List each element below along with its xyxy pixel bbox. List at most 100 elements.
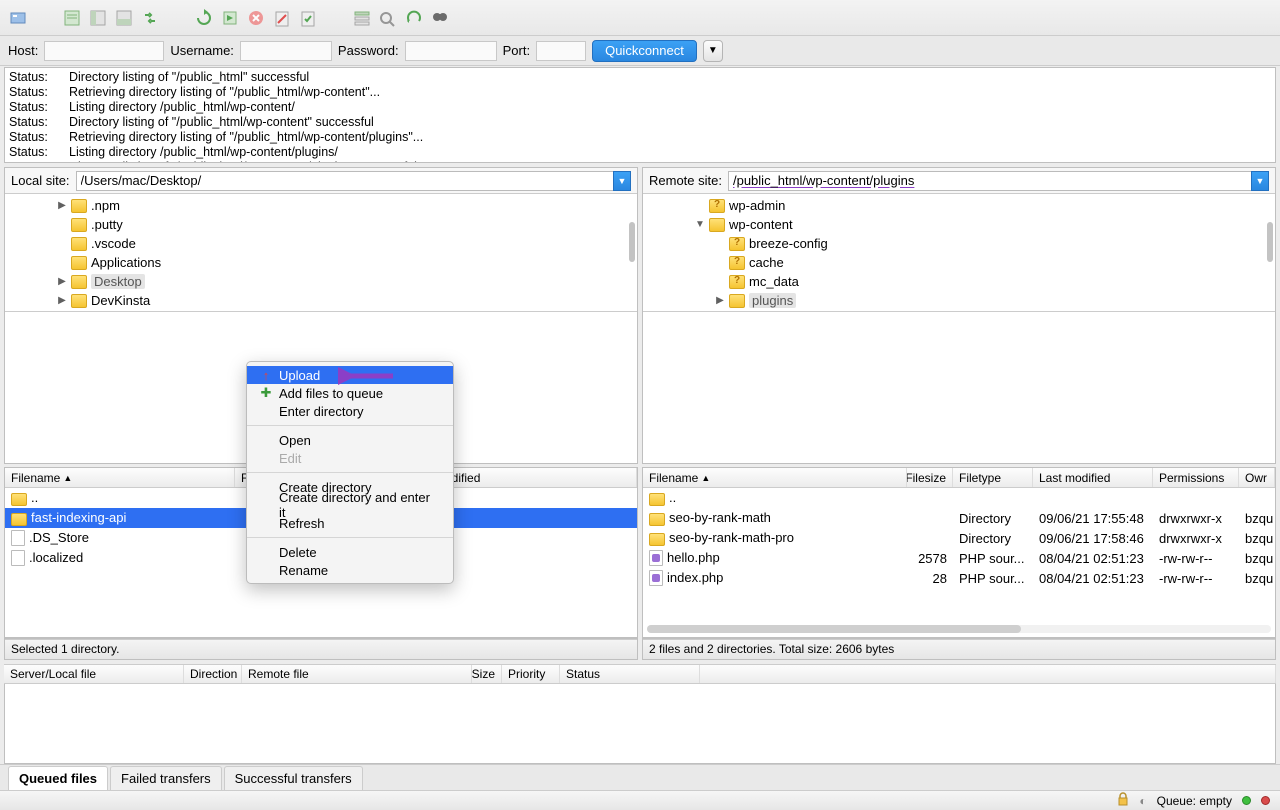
username-input[interactable]	[240, 41, 332, 61]
log-label: Status:	[9, 160, 51, 163]
folder-icon	[709, 218, 725, 232]
folder-icon	[649, 513, 665, 526]
tree-item[interactable]: cache	[643, 253, 1275, 272]
sync-browse-icon[interactable]	[140, 8, 160, 28]
sort-asc-icon: ▲	[701, 473, 710, 483]
list-item[interactable]: hello.php2578PHP sour...08/04/21 02:51:2…	[643, 548, 1275, 568]
port-input[interactable]	[536, 41, 586, 61]
manage-icon[interactable]	[404, 8, 424, 28]
ctx-rename[interactable]: Rename	[247, 561, 453, 579]
folder-icon	[729, 256, 745, 270]
scrollbar[interactable]	[629, 222, 635, 262]
remote-path-input[interactable]	[728, 171, 1251, 191]
help-icon[interactable]: ◐	[1139, 794, 1146, 808]
log-message: Directory listing of "/public_html" succ…	[69, 70, 309, 85]
disclosure-icon[interactable]: ▶	[57, 200, 67, 211]
log-message: Directory listing of "/public_html/wp-co…	[69, 115, 374, 130]
tree-item[interactable]: .putty	[5, 215, 637, 234]
ctx-enter-dir[interactable]: Enter directory	[247, 402, 453, 420]
toggle-tree-icon[interactable]	[88, 8, 108, 28]
folder-icon	[11, 513, 27, 526]
col-filename[interactable]: Filename	[649, 471, 698, 485]
col-size[interactable]: Size	[472, 665, 502, 683]
tab-successful[interactable]: Successful transfers	[224, 766, 363, 790]
quickconnect-history-button[interactable]: ▼	[703, 40, 723, 62]
tab-queued[interactable]: Queued files	[8, 766, 108, 790]
tab-failed[interactable]: Failed transfers	[110, 766, 222, 790]
ctx-create-dir-enter[interactable]: Create directory and enter it	[247, 496, 453, 514]
ctx-add-queue[interactable]: ✚Add files to queue	[247, 384, 453, 402]
col-remotefile[interactable]: Remote file	[242, 665, 472, 683]
toggle-log-icon[interactable]	[62, 8, 82, 28]
log-message: Retrieving directory listing of "/public…	[69, 130, 423, 145]
tree-item[interactable]: ▶Desktop	[5, 272, 637, 291]
password-input[interactable]	[405, 41, 497, 61]
col-owner[interactable]: Owr	[1239, 468, 1275, 487]
list-item[interactable]: seo-by-rank-math-proDirectory09/06/21 17…	[643, 528, 1275, 548]
local-tree[interactable]: ▶ .npm .putty .vscode Applications ▶Desktop▶D…	[5, 194, 637, 312]
ctx-delete[interactable]: Delete	[247, 543, 453, 561]
disclosure-icon[interactable]: ▶	[57, 295, 67, 306]
port-label: Port:	[503, 43, 530, 58]
tree-item[interactable]: Applications	[5, 253, 637, 272]
tree-label: .vscode	[91, 236, 136, 251]
local-path-input[interactable]	[76, 171, 613, 191]
remote-status: 2 files and 2 directories. Total size: 2…	[643, 639, 1275, 659]
disclosure-icon[interactable]: ▶	[715, 295, 725, 306]
tree-item[interactable]: .vscode	[5, 234, 637, 253]
col-status[interactable]: Status	[560, 665, 700, 683]
col-modified[interactable]: Last modified	[1033, 468, 1153, 487]
ctx-upload[interactable]: ↑Upload	[247, 366, 453, 384]
tree-item[interactable]: ▶ .npm	[5, 196, 637, 215]
list-item[interactable]: index.php28PHP sour...08/04/21 02:51:23-…	[643, 568, 1275, 588]
disconnect-icon[interactable]	[272, 8, 292, 28]
remote-tree[interactable]: wp-admin ▼wp-contentbreeze-configcachemc_…	[643, 194, 1275, 312]
queue-body	[4, 684, 1276, 764]
disclosure-icon[interactable]: ▼	[695, 219, 705, 230]
tree-label: wp-admin	[729, 198, 785, 213]
ctx-open[interactable]: Open	[247, 431, 453, 449]
queue-header[interactable]: Server/Local file Direction Remote file …	[4, 664, 1276, 684]
quickconnect-button[interactable]: Quickconnect	[592, 40, 697, 62]
tree-item[interactable]: ▶plugins	[643, 291, 1275, 310]
tree-item[interactable]: wp-admin	[643, 196, 1275, 215]
col-server[interactable]: Server/Local file	[4, 665, 184, 683]
host-input[interactable]	[44, 41, 164, 61]
tree-item[interactable]: breeze-config	[643, 234, 1275, 253]
reconnect-icon[interactable]	[298, 8, 318, 28]
col-permissions[interactable]: Permissions	[1153, 468, 1239, 487]
scrollbar[interactable]	[1267, 222, 1273, 262]
remote-list-body[interactable]: ..seo-by-rank-mathDirectory09/06/21 17:5…	[643, 488, 1275, 637]
local-status: Selected 1 directory.	[5, 639, 637, 659]
process-queue-icon[interactable]	[220, 8, 240, 28]
list-item[interactable]: ..	[643, 488, 1275, 508]
list-item[interactable]: seo-by-rank-mathDirectory09/06/21 17:55:…	[643, 508, 1275, 528]
disclosure-icon[interactable]: ▶	[57, 276, 67, 287]
remote-path-dropdown[interactable]: ▼	[1251, 171, 1269, 191]
filter-icon[interactable]	[352, 8, 372, 28]
file-icon	[11, 530, 25, 546]
toggle-queue-icon[interactable]	[114, 8, 134, 28]
col-filesize[interactable]: Filesize	[907, 468, 953, 487]
tree-item[interactable]: ▶DevKinsta	[5, 291, 637, 310]
file-icon	[11, 550, 25, 566]
col-priority[interactable]: Priority	[502, 665, 560, 683]
col-direction[interactable]: Direction	[184, 665, 242, 683]
add-queue-icon: ✚	[261, 385, 271, 401]
tree-item[interactable]: ▼wp-content	[643, 215, 1275, 234]
col-filetype[interactable]: Filetype	[953, 468, 1033, 487]
remote-list-header[interactable]: Filename▲ Filesize Filetype Last modifie…	[643, 468, 1275, 488]
tree-label: Applications	[91, 255, 161, 270]
queue-tabs: Queued files Failed transfers Successful…	[0, 764, 1280, 790]
tree-label: .npm	[91, 198, 120, 213]
compare-icon[interactable]	[378, 8, 398, 28]
site-manager-icon[interactable]	[8, 8, 28, 28]
refresh-icon[interactable]	[194, 8, 214, 28]
tree-item[interactable]: mc_data	[643, 272, 1275, 291]
activity-led-2	[1261, 796, 1270, 805]
col-filename[interactable]: Filename	[11, 471, 60, 485]
cancel-icon[interactable]	[246, 8, 266, 28]
local-path-dropdown[interactable]: ▼	[613, 171, 631, 191]
scrollbar[interactable]	[647, 625, 1271, 633]
find-icon[interactable]	[430, 8, 450, 28]
